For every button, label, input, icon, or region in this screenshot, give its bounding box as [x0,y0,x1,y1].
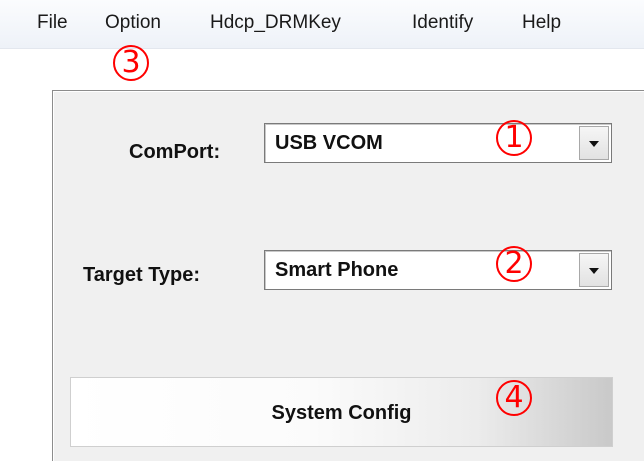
comport-value: USB VCOM [275,132,383,154]
target-type-select[interactable]: Smart Phone [264,250,612,290]
chevron-down-icon [589,141,599,147]
annotation-marker-3: 3 [113,45,149,81]
comport-label: ComPort: [129,141,221,163]
menu-help[interactable]: Help [522,12,561,34]
menu-option[interactable]: Option [105,12,161,34]
target-type-label: Target Type: [83,264,201,286]
system-config-label: System Config [271,402,412,424]
comport-dropdown-button[interactable] [579,126,609,160]
annotation-marker-4: 4 [496,380,532,416]
annotation-marker-1: 1 [496,120,532,156]
system-config-button[interactable]: System Config [70,377,613,447]
target-type-value: Smart Phone [275,259,399,281]
menu-bar: File Option Hdcp_DRMKey Identify Help [0,0,644,49]
menu-file[interactable]: File [37,12,68,34]
app-window: File Option Hdcp_DRMKey Identify Help Co… [0,0,644,461]
comport-select[interactable]: USB VCOM [264,123,612,163]
chevron-down-icon [589,268,599,274]
menu-identify[interactable]: Identify [412,12,473,34]
menu-hdcp-drmkey[interactable]: Hdcp_DRMKey [210,12,341,34]
annotation-marker-2: 2 [496,246,532,282]
target-type-dropdown-button[interactable] [579,253,609,287]
